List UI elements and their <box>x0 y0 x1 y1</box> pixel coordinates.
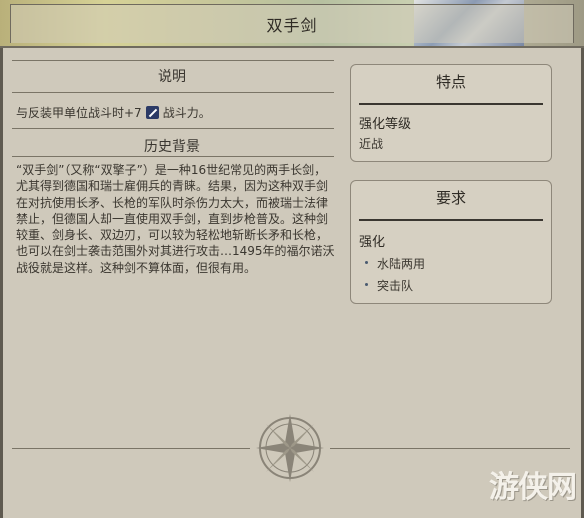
requirement-item-label: 突击队 <box>377 279 414 293</box>
history-text: “双手剑”（又称“双擎子”）是一种16世纪常见的两手长剑，尤其得到德国和瑞士雇佣… <box>16 163 335 275</box>
features-label: 强化等级 <box>359 117 412 132</box>
features-heading: 特点 <box>435 73 466 91</box>
divider <box>12 60 334 61</box>
page-title: 双手剑 <box>266 16 318 35</box>
requirements-heading: 要求 <box>435 189 466 207</box>
description-text-after: 战斗力。 <box>162 106 211 120</box>
requirement-item: 水陆两用 <box>364 255 426 272</box>
features-value: 近战 <box>359 137 384 151</box>
description-heading: 说明 <box>158 69 186 85</box>
card-divider <box>359 219 543 221</box>
divider <box>12 156 334 157</box>
history-heading: 历史背景 <box>144 139 200 155</box>
card-divider <box>359 103 543 105</box>
description-text: 与反装甲单位战斗时+7 战斗力。 <box>16 104 211 121</box>
requirements-card: 要求 强化 水陆两用 突击队 <box>350 180 552 304</box>
compass-rose-icon <box>256 414 324 482</box>
features-card: 特点 强化等级 近战 <box>350 64 552 162</box>
divider <box>12 448 250 449</box>
description-text-before: 与反装甲单位战斗时+7 <box>16 106 142 120</box>
requirement-item: 突击队 <box>364 277 414 294</box>
divider <box>12 92 334 93</box>
header-banner: 双手剑 <box>0 0 584 48</box>
requirement-item-label: 水陆两用 <box>377 257 426 271</box>
divider <box>330 448 570 449</box>
requirements-label: 强化 <box>359 235 386 250</box>
watermark-logo: 游侠网 <box>489 470 577 505</box>
sword-strength-icon <box>145 106 159 119</box>
divider <box>12 128 334 129</box>
